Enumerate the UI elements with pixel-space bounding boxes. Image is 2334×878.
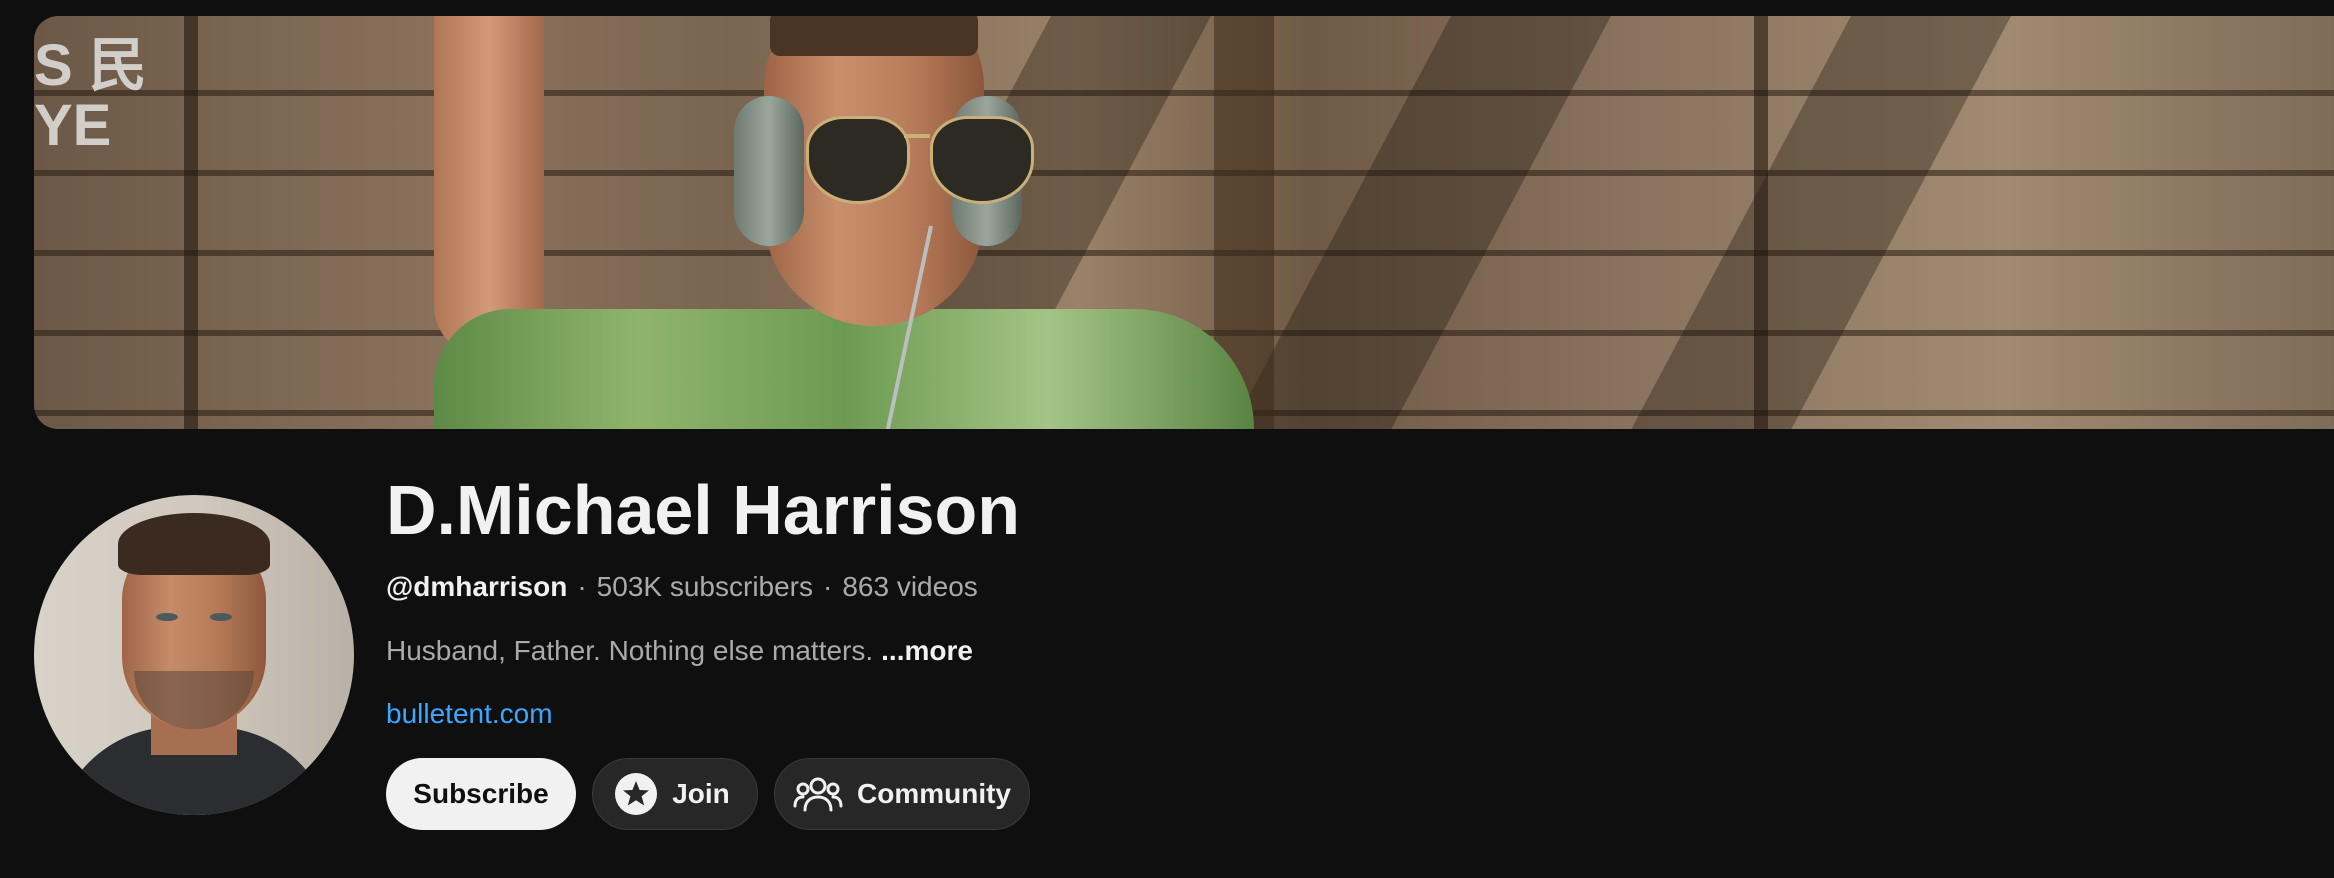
meta-separator: ·: [823, 571, 833, 602]
meta-separator: ·: [577, 571, 587, 602]
banner-plank: [184, 16, 198, 429]
banner-person-shirt: [434, 309, 1254, 429]
channel-banner: S 民 YE: [34, 16, 2334, 429]
avatar-hair: [118, 513, 270, 575]
people-icon: [793, 772, 843, 816]
channel-handle: @dmharrison: [386, 571, 568, 602]
sunglasses-lens: [930, 116, 1034, 204]
avatar-eye: [210, 613, 232, 621]
sunglasses-bridge: [904, 134, 930, 138]
channel-page: S 民 YE D.Michael Harrison @dmharrison · 5: [0, 0, 2334, 878]
channel-name: D.Michael Harrison: [386, 471, 1021, 549]
banner-plank: [1754, 16, 1768, 429]
channel-avatar[interactable]: [34, 495, 354, 815]
banner-sign: S 民 YE: [34, 36, 147, 156]
subscribe-button[interactable]: Subscribe: [386, 758, 576, 830]
banner-person-arm: [434, 16, 544, 356]
banner-shadow: [1595, 16, 2033, 429]
banner-person: [434, 16, 1254, 429]
star-circle-icon: [614, 772, 658, 816]
avatar-eye: [156, 613, 178, 621]
banner-sign-line: YE: [34, 93, 112, 158]
subscribe-label: Subscribe: [413, 778, 549, 809]
description-text: Husband, Father. Nothing else matters.: [386, 635, 874, 666]
join-button[interactable]: Join: [592, 758, 758, 830]
banner-person-hair: [770, 16, 978, 56]
community-label: Community: [857, 778, 1011, 809]
channel-description[interactable]: Husband, Father. Nothing else matters...…: [386, 634, 973, 668]
more-button[interactable]: ...more: [881, 635, 973, 666]
sunglasses-lens: [806, 116, 910, 204]
headphone-icon: [734, 96, 804, 246]
channel-meta: @dmharrison · 503K subscribers · 863 videos: [386, 570, 978, 604]
video-count: 863 videos: [842, 571, 978, 602]
subscriber-count: 503K subscribers: [596, 571, 814, 602]
channel-link[interactable]: bulletent.com: [386, 697, 553, 731]
join-label: Join: [672, 778, 730, 809]
community-button[interactable]: Community: [774, 758, 1030, 830]
banner-sign-line: S 民: [34, 33, 147, 98]
